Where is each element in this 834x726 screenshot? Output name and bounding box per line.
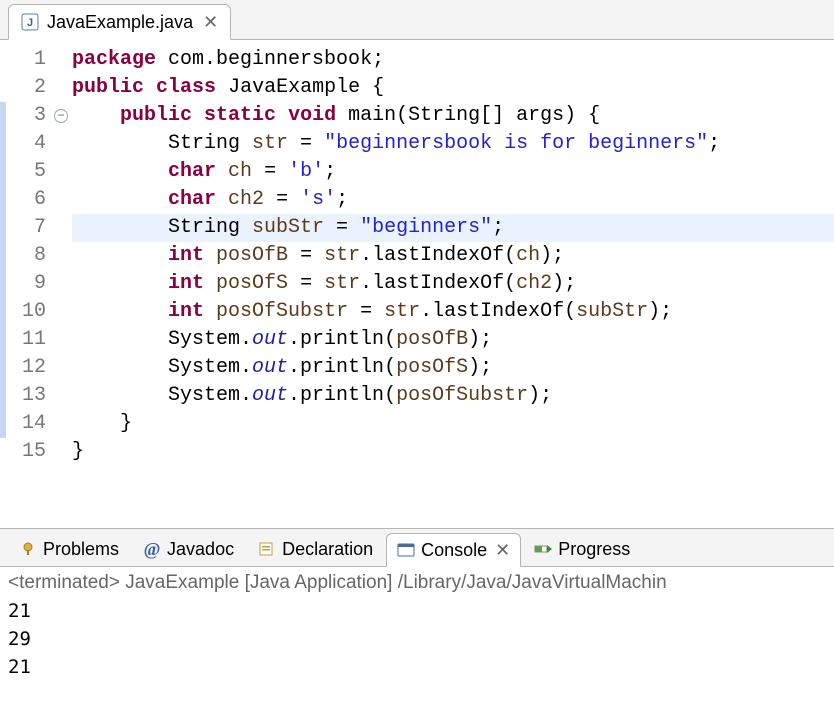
tab-progress[interactable]: Progress (523, 532, 641, 566)
tab-console[interactable]: Console ✕ (386, 533, 521, 567)
code-content[interactable]: package com.beginnersbook;public class J… (72, 40, 834, 528)
editor-tab-java[interactable]: J JavaExample.java ✕ (8, 4, 231, 40)
line-number: 12 (8, 354, 46, 382)
javadoc-icon: @ (143, 540, 161, 558)
coverage-bar (0, 102, 6, 438)
line-number: 10 (8, 298, 46, 326)
line-number: 8 (8, 242, 46, 270)
code-line[interactable]: char ch2 = 's'; (72, 186, 834, 214)
console-line: 21 (8, 597, 826, 625)
line-number-gutter: 123456789101112131415 (8, 40, 52, 528)
ide-workbench: J JavaExample.java ✕ 1234567891011121314… (0, 0, 834, 726)
code-line[interactable]: } (72, 438, 834, 466)
progress-icon (534, 540, 552, 558)
code-line[interactable]: int posOfSubstr = str.lastIndexOf(subStr… (72, 298, 834, 326)
code-line[interactable]: int posOfS = str.lastIndexOf(ch2); (72, 270, 834, 298)
code-line[interactable]: System.out.println(posOfS); (72, 354, 834, 382)
tab-javadoc[interactable]: @ Javadoc (132, 532, 245, 566)
line-number: 2 (8, 74, 46, 102)
tab-label: Problems (43, 539, 119, 560)
svg-text:J: J (27, 17, 33, 29)
tab-label: Declaration (282, 539, 373, 560)
bottom-tabstrip: Problems @ Javadoc Declaration Console ✕ (0, 529, 834, 567)
line-number: 13 (8, 382, 46, 410)
line-number: 15 (8, 438, 46, 466)
console-status: <terminated> JavaExample [Java Applicati… (8, 569, 826, 597)
code-line[interactable]: System.out.println(posOfB); (72, 326, 834, 354)
tab-declaration[interactable]: Declaration (247, 532, 384, 566)
console-output: 212921 (8, 597, 826, 681)
console-body[interactable]: <terminated> JavaExample [Java Applicati… (0, 567, 834, 726)
line-number: 14 (8, 410, 46, 438)
line-number: 11 (8, 326, 46, 354)
console-line: 21 (8, 653, 826, 681)
console-line: 29 (8, 625, 826, 653)
code-line[interactable]: int posOfB = str.lastIndexOf(ch); (72, 242, 834, 270)
editor-tab-label: JavaExample.java (47, 12, 193, 33)
tab-label: Console (421, 540, 487, 561)
declaration-icon (258, 540, 276, 558)
line-number: 5 (8, 158, 46, 186)
tab-problems[interactable]: Problems (8, 532, 130, 566)
line-number: 3 (8, 102, 46, 130)
tab-label: Progress (558, 539, 630, 560)
line-number: 4 (8, 130, 46, 158)
editor-tabstrip: J JavaExample.java ✕ (0, 0, 834, 40)
fold-ruler: − (52, 40, 72, 528)
close-icon[interactable]: ✕ (495, 540, 510, 561)
line-number: 1 (8, 46, 46, 74)
code-line[interactable]: package com.beginnersbook; (72, 46, 834, 74)
close-icon[interactable]: ✕ (203, 12, 218, 33)
coverage-ruler (0, 40, 8, 528)
code-editor[interactable]: 123456789101112131415 − package com.begi… (0, 40, 834, 528)
bottom-panel: Problems @ Javadoc Declaration Console ✕ (0, 528, 834, 726)
code-line[interactable]: public class JavaExample { (72, 74, 834, 102)
code-line[interactable]: String str = "beginnersbook is for begin… (72, 130, 834, 158)
code-line[interactable]: public static void main(String[] args) { (72, 102, 834, 130)
code-line[interactable]: System.out.println(posOfSubstr); (72, 382, 834, 410)
problems-icon (19, 540, 37, 558)
code-line[interactable]: char ch = 'b'; (72, 158, 834, 186)
line-number: 7 (8, 214, 46, 242)
java-file-icon: J (21, 13, 39, 31)
tab-label: Javadoc (167, 539, 234, 560)
console-icon (397, 541, 415, 559)
fold-toggle-icon[interactable]: − (54, 109, 68, 123)
line-number: 9 (8, 270, 46, 298)
code-line[interactable]: } (72, 410, 834, 438)
line-number: 6 (8, 186, 46, 214)
